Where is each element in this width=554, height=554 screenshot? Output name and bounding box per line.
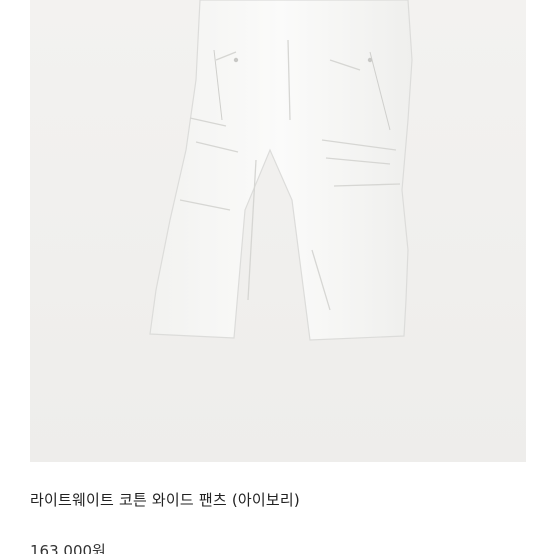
pants-illustration	[30, 0, 526, 462]
product-title[interactable]: 라이트웨이트 코튼 와이드 팬츠 (아이보리)	[30, 489, 300, 510]
product-image[interactable]	[30, 0, 526, 462]
product-card[interactable]: 라이트웨이트 코튼 와이드 팬츠 (아이보리) 163,000원	[0, 0, 554, 554]
product-price: 163,000원	[30, 542, 106, 554]
